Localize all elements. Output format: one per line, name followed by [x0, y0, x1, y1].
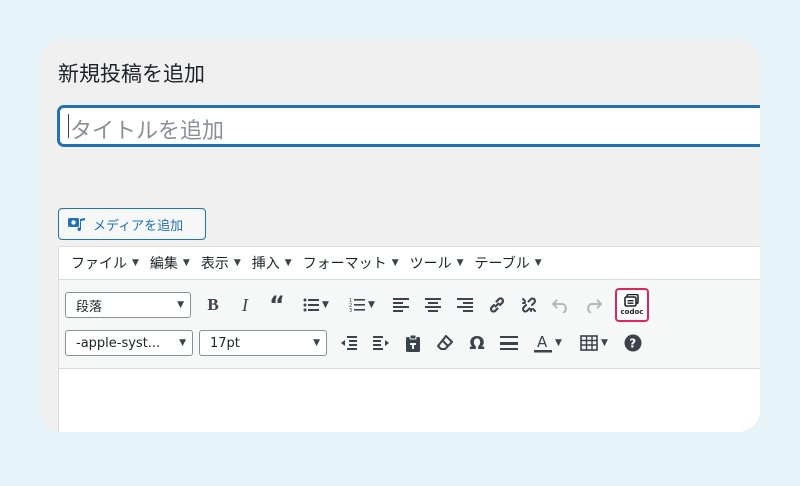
- align-left-icon[interactable]: [385, 290, 417, 320]
- menu-file[interactable]: ファイル ▼: [69, 253, 148, 273]
- editor-content-area[interactable]: [59, 369, 760, 429]
- chevron-down-icon: ▼: [534, 258, 542, 268]
- editor-menubar: ファイル ▼ 編集 ▼ 表示 ▼ 挿入 ▼ フォーマット ▼ ツール ▼ テーブル ▼: [59, 247, 760, 280]
- toolbar-row-1: 段落 ▼ B I “ ▼ 123 ▼ codoc: [65, 286, 760, 324]
- editor-card: 新規投稿を追加 タイトルを追加 メディアを追加 ファイル ▼ 編集 ▼ 表示 ▼ 挿入…: [40, 40, 760, 432]
- toolbar-row-2: -apple-syst... ▼ 17pt ▼ Ω A ▼ ▼ ?: [65, 324, 760, 362]
- align-right-icon[interactable]: [449, 290, 481, 320]
- link-icon[interactable]: [481, 290, 513, 320]
- chevron-down-icon: ▼: [322, 300, 329, 310]
- chevron-down-icon: ▼: [555, 338, 562, 348]
- bold-icon[interactable]: B: [197, 290, 229, 320]
- chevron-down-icon: ▼: [284, 258, 292, 268]
- chevron-down-icon: ▼: [233, 258, 241, 268]
- undo-icon[interactable]: [545, 290, 577, 320]
- font-size-select[interactable]: 17pt ▼: [199, 330, 327, 356]
- chevron-down-icon: ▼: [368, 300, 375, 310]
- chevron-down-icon: ▼: [182, 258, 190, 268]
- numbered-list-icon[interactable]: 123 ▼: [339, 290, 385, 320]
- menu-view[interactable]: 表示 ▼: [199, 253, 250, 273]
- codoc-button[interactable]: codoc: [615, 288, 649, 322]
- font-family-select[interactable]: -apple-syst... ▼: [65, 330, 193, 356]
- menu-insert[interactable]: 挿入 ▼: [250, 253, 301, 273]
- classic-editor: ファイル ▼ 編集 ▼ 表示 ▼ 挿入 ▼ フォーマット ▼ ツール ▼ テーブル ▼ 段落 ▼…: [58, 246, 760, 432]
- menu-tools[interactable]: ツール ▼: [408, 253, 473, 273]
- title-placeholder: タイトルを追加: [70, 119, 225, 144]
- text-caret: [68, 114, 69, 138]
- page-title: 新規投稿を追加: [58, 62, 205, 86]
- svg-text:A: A: [537, 333, 548, 351]
- text-color-icon[interactable]: A ▼: [525, 328, 571, 358]
- italic-icon[interactable]: I: [229, 290, 261, 320]
- svg-text:?: ?: [629, 337, 636, 351]
- chevron-down-icon: ▼: [132, 258, 139, 268]
- chevron-down-icon: ▼: [179, 338, 186, 348]
- editor-toolbar: 段落 ▼ B I “ ▼ 123 ▼ codoc -apple-syst... …: [59, 280, 760, 369]
- svg-text:3: 3: [349, 308, 352, 313]
- bullet-list-icon[interactable]: ▼: [293, 290, 339, 320]
- help-icon[interactable]: ?: [617, 328, 649, 358]
- chevron-down-icon: ▼: [601, 338, 608, 348]
- chevron-down-icon: ▼: [313, 338, 320, 348]
- paste-text-icon[interactable]: [397, 328, 429, 358]
- chevron-down-icon: ▼: [456, 258, 464, 268]
- unlink-icon[interactable]: [513, 290, 545, 320]
- add-media-button[interactable]: メディアを追加: [58, 208, 206, 240]
- chevron-down-icon: ▼: [177, 300, 184, 310]
- post-title-input[interactable]: タイトルを追加: [58, 106, 760, 146]
- codoc-icon: [624, 294, 640, 307]
- table-icon[interactable]: ▼: [571, 328, 617, 358]
- indent-icon[interactable]: [365, 328, 397, 358]
- outdent-icon[interactable]: [333, 328, 365, 358]
- paragraph-select[interactable]: 段落 ▼: [65, 292, 191, 318]
- media-icon: [67, 215, 87, 233]
- clear-formatting-icon[interactable]: [429, 328, 461, 358]
- redo-icon[interactable]: [577, 290, 609, 320]
- chevron-down-icon: ▼: [391, 258, 399, 268]
- menu-table[interactable]: テーブル ▼: [473, 253, 551, 273]
- horizontal-line-icon[interactable]: [493, 328, 525, 358]
- codoc-label: codoc: [620, 308, 644, 316]
- blockquote-icon[interactable]: “: [261, 290, 293, 320]
- special-character-icon[interactable]: Ω: [461, 328, 493, 358]
- align-center-icon[interactable]: [417, 290, 449, 320]
- menu-format[interactable]: フォーマット ▼: [301, 253, 408, 273]
- add-media-label: メディアを追加: [93, 218, 184, 234]
- menu-edit[interactable]: 編集 ▼: [148, 253, 199, 273]
